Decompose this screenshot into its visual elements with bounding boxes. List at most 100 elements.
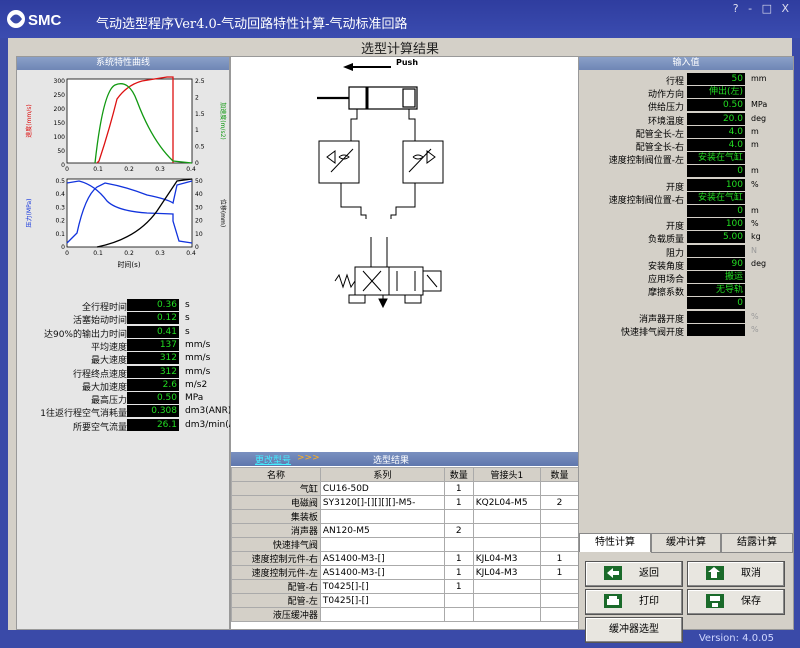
table-cell: KJL04-M3 (472, 551, 542, 566)
acceleration-axis-label: 加速度(m/s2) (219, 102, 227, 140)
time-tick-label: 0.1 (93, 166, 103, 173)
input-row: 速度控制阀位置-右 安装在气缸 (579, 191, 793, 206)
input-value[interactable]: 0.50 (687, 99, 745, 112)
input-value[interactable]: 4.0 (687, 139, 745, 151)
time-axis-label: 时间(s) (117, 260, 140, 269)
input-value[interactable] (687, 323, 745, 336)
input-value[interactable]: 0 (687, 205, 745, 217)
input-value[interactable]: 100 (687, 218, 745, 231)
table-cell: 配管-左 (231, 593, 321, 608)
result-value: 137 (127, 338, 179, 351)
input-value[interactable] (687, 244, 745, 257)
input-value[interactable]: 90 (687, 257, 745, 270)
input-value[interactable]: 0 (687, 297, 745, 310)
input-unit: % (751, 311, 759, 321)
input-row: 开度 100% (579, 178, 793, 193)
result-label: 全行程时间 (81, 303, 127, 313)
input-value[interactable]: 20.0 (687, 112, 745, 125)
input-row: 环境温度 20.0 deg (579, 112, 793, 127)
input-row: 动作方向 伸出(左) (579, 86, 793, 100)
acceleration-tick-label: 2 (195, 94, 199, 101)
result-row: 全行程时间 0.36 s (17, 299, 229, 313)
input-label: 消声器开度 (638, 314, 684, 325)
push-label: Push (396, 58, 418, 67)
back-button[interactable]: 返回 (585, 561, 683, 587)
result-unit: m/s2 (185, 379, 208, 390)
velocity-axis-label: 速度(mm/s) (25, 104, 33, 138)
table-cell (319, 509, 445, 524)
velocity-tick-label: 300 (54, 78, 66, 85)
table-cell (472, 523, 542, 538)
tab-cushion[interactable]: 缓冲计算 (651, 533, 721, 553)
cancel-button[interactable]: 取消 (687, 561, 785, 587)
input-row: 0 (579, 297, 793, 310)
result-unit: MPa (185, 393, 204, 404)
result-label: 最大速度 (90, 356, 127, 367)
result-unit: s (185, 326, 190, 337)
input-row: 负载质量 5.00 kg (579, 231, 793, 245)
result-value: 26.1 (127, 418, 179, 431)
input-label: 摩擦系数 (647, 288, 684, 299)
table-cell: 1 (443, 579, 474, 594)
result-value: 0.12 (127, 312, 179, 325)
result-value: 0.41 (127, 325, 179, 338)
input-row: 供给压力 0.50 MPa (579, 99, 793, 113)
speed-controller-right-icon (402, 140, 444, 184)
input-value[interactable]: 50 (687, 73, 745, 85)
table-cell (472, 593, 542, 608)
input-unit: % (751, 219, 759, 229)
time-tick-label: 0.2 (124, 250, 134, 257)
tab-condensation[interactable]: 结露计算 (721, 533, 793, 553)
table-cell (540, 523, 579, 538)
table-row: 消声器 AN120-M5 2 (231, 523, 579, 538)
velocity-tick-label: 50 (57, 148, 65, 155)
acceleration-tick-label: 1 (195, 127, 199, 134)
input-value[interactable]: 安装在气缸 (687, 191, 745, 204)
table-row: 配管-左 T0425[]-[] (231, 593, 579, 608)
input-value[interactable]: 0 (687, 165, 745, 178)
input-row: 安装角度 90 deg (579, 257, 793, 272)
displacement-axis-label: 位移(mm) (219, 199, 227, 227)
table-row: 速度控制元件-左 AS1400-M3-[] 1 KJL04-M3 1 (231, 565, 579, 580)
input-value[interactable]: 5.00 (687, 231, 745, 244)
input-row: 配管全长-左 4.0 m (579, 125, 793, 140)
tab-characteristic[interactable]: 特性计算 (579, 533, 651, 552)
table-cell: 1 (443, 495, 474, 510)
pressure-tick-label: 0.2 (55, 218, 65, 225)
table-cell (472, 537, 542, 552)
input-label: 安装角度 (647, 261, 684, 272)
save-button[interactable]: 保存 (687, 589, 785, 615)
result-unit: mm/s (185, 353, 211, 364)
result-unit: dm3(ANR) (185, 406, 232, 417)
table-cell (443, 607, 474, 622)
input-unit: mm (751, 74, 767, 83)
column-header: 管接头1 (472, 467, 542, 482)
table-cell (540, 537, 579, 552)
save-label: 保存 (741, 596, 761, 607)
column-header: 数量 (443, 467, 474, 482)
input-value[interactable]: 伸出(左) (687, 86, 745, 99)
input-value[interactable]: 100 (687, 178, 745, 191)
status-bar: Version: 4.0.05 (0, 630, 800, 648)
change-model-link[interactable]: 更改型号 (255, 453, 291, 466)
input-value[interactable]: 安装在气缸 (687, 152, 745, 165)
time-tick-label: 0.1 (93, 250, 103, 257)
window-title: 气动选型程序Ver4.0-气动回路特性计算-气动标准回路 (96, 17, 408, 32)
result-row: 活塞始动时间 0.12 s (17, 312, 229, 326)
table-cell (472, 509, 542, 524)
input-value[interactable]: 搬运 (687, 271, 745, 283)
title-bar: SMC 气动选型程序Ver4.0-气动回路特性计算-气动标准回路 ? - □ X (0, 0, 800, 38)
table-cell: 1 (443, 481, 474, 496)
column-header: 数量 (540, 467, 579, 482)
print-button[interactable]: 打印 (585, 589, 683, 615)
table-cell: 集装板 (231, 509, 321, 524)
input-value[interactable]: 无导轨 (687, 284, 745, 297)
input-value[interactable] (687, 310, 745, 323)
input-label: 开度 (665, 182, 684, 193)
input-value[interactable]: 4.0 (687, 125, 745, 138)
displacement-tick-label: 40 (195, 191, 203, 198)
window-controls[interactable]: ? - □ X (733, 2, 792, 15)
table-cell: T0425[]-[] (319, 593, 445, 608)
input-label: 速度控制阀位置-右 (608, 195, 684, 206)
input-label: 开度 (665, 222, 684, 233)
